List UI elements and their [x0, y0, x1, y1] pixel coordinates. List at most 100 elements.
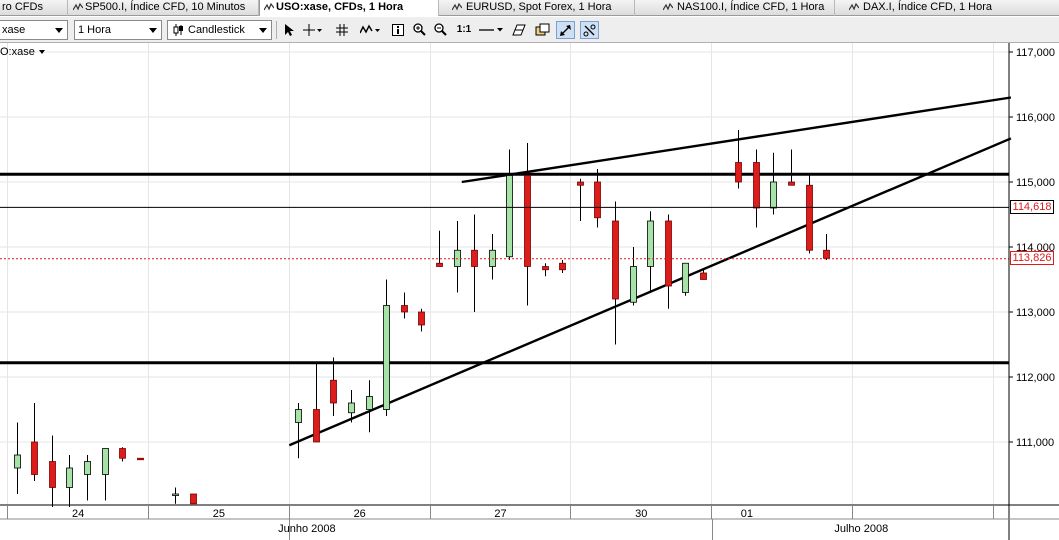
tab-nas100[interactable]: NAS100.I, Índice CFD, 1 Hora — [635, 0, 835, 16]
info-icon — [392, 24, 404, 36]
magnet-toggle-button[interactable] — [580, 21, 599, 39]
tab-uso-xase[interactable]: USO:xase, CFDs, 1 Hora — [259, 0, 439, 16]
candle-body — [559, 262, 566, 271]
candle — [84, 455, 91, 501]
candle-body — [313, 409, 320, 443]
chevron-down-icon — [55, 28, 63, 33]
zoom-out-icon — [433, 23, 447, 36]
eraser-button[interactable] — [510, 21, 528, 39]
candle — [471, 214, 478, 312]
price-chart[interactable]: 117,000116,000115,000114,000113,000112,0… — [0, 43, 1059, 540]
candle-body — [753, 162, 760, 209]
time-axis[interactable]: 24 25 26 27 30 01 Junho 2008 Julho 2008 — [0, 505, 1059, 540]
time-tick-label: 26 — [354, 508, 366, 520]
candle-body — [612, 220, 619, 300]
crosshair-tool-button[interactable] — [302, 21, 324, 39]
autoscale-toggle-button[interactable] — [556, 21, 575, 39]
grid-icon — [336, 24, 348, 36]
ratio-button[interactable]: 1:1 — [454, 21, 474, 39]
line-style-button[interactable] — [478, 21, 506, 39]
current-price-tag: 113,826 — [1010, 251, 1054, 266]
horizontal-grid — [0, 51, 1009, 443]
chart-line-icon — [452, 3, 462, 11]
time-tick-label: 27 — [494, 508, 506, 520]
candle-body — [788, 181, 795, 186]
tab-sp500[interactable]: SP500.I, Índice CFD, 10 Minutos — [69, 0, 259, 16]
candle — [383, 279, 390, 416]
symbol-select[interactable]: xase — [0, 20, 68, 40]
tab-cfds[interactable]: ro CFDs — [0, 0, 68, 16]
indicators-button[interactable] — [359, 21, 383, 39]
grid-toggle-button[interactable] — [334, 21, 350, 39]
price-tick-label: 116,000 — [1016, 112, 1055, 124]
candle-body — [647, 220, 654, 267]
candle-body — [542, 266, 549, 271]
candle — [542, 263, 549, 277]
price-tick-label: 115,000 — [1016, 177, 1055, 189]
candle — [753, 149, 760, 228]
zoom-out-button[interactable] — [432, 21, 448, 39]
eraser-icon — [512, 24, 526, 36]
interval-select-value: 1 Hora — [78, 24, 112, 36]
vertical-grid — [7, 43, 994, 505]
candle — [66, 455, 73, 507]
candle — [612, 201, 619, 345]
candle — [630, 247, 637, 306]
cursor-tool-button[interactable] — [281, 21, 297, 39]
interval-select[interactable]: 1 Hora — [74, 20, 162, 40]
chevron-down-icon — [149, 28, 157, 33]
candle-body — [102, 448, 109, 475]
price-tick-label: 111,000 — [1016, 437, 1054, 449]
candle-body — [366, 396, 373, 410]
candle-body — [594, 181, 601, 219]
candle — [366, 380, 373, 433]
candle-body — [190, 493, 197, 505]
tab-bar: ro CFDs SP500.I, Índice CFD, 10 Minutos … — [0, 0, 1059, 16]
tab-label: NAS100.I, Índice CFD, 1 Hora — [677, 1, 825, 13]
candle-body — [682, 262, 689, 293]
candle — [770, 152, 777, 215]
chart-line-icon — [73, 3, 83, 11]
tab-label: DAX.I, Índice CFD, 1 Hora — [863, 1, 992, 13]
objects-button[interactable] — [533, 21, 551, 39]
zoom-in-button[interactable] — [411, 21, 427, 39]
time-tick-label: 30 — [635, 508, 647, 520]
price-tick-label: 112,000 — [1016, 372, 1055, 384]
candle — [172, 487, 179, 504]
chart-symbol-text: O:xase — [0, 46, 35, 58]
line-style-icon — [479, 28, 503, 32]
candle — [454, 221, 461, 293]
month-label: Julho 2008 — [834, 523, 888, 535]
candle — [401, 292, 408, 319]
time-tick-label: 01 — [741, 508, 753, 520]
candle-body — [735, 162, 742, 183]
candle — [295, 403, 302, 459]
candle — [102, 448, 109, 501]
candle — [559, 260, 566, 273]
candle-body — [418, 311, 425, 326]
candle-body — [436, 262, 443, 267]
candle — [190, 493, 197, 505]
candle — [119, 447, 126, 462]
tab-label: USO:xase, CFDs, 1 Hora — [276, 1, 404, 13]
candle-body — [665, 220, 672, 287]
price-axis[interactable]: 117,000116,000115,000114,000113,000112,0… — [1009, 47, 1055, 449]
crosshair-icon — [303, 24, 322, 36]
candle — [682, 262, 689, 296]
candle — [506, 149, 513, 260]
candle-body — [295, 409, 302, 423]
candle-body — [506, 175, 513, 258]
candle-body — [172, 493, 179, 496]
symbol-select-value: xase — [2, 24, 26, 36]
candle-body — [577, 181, 584, 186]
chart-symbol-label[interactable]: O:xase — [0, 46, 45, 58]
tab-eurusd[interactable]: EURUSD, Spot Forex, 1 Hora — [440, 0, 635, 16]
chart-line-icon — [264, 3, 274, 11]
time-tick-label: 25 — [213, 508, 225, 520]
chart-type-select[interactable]: Candlestick — [167, 20, 272, 40]
tab-dax[interactable]: DAX.I, Índice CFD, 1 Hora — [835, 0, 1059, 16]
candle-body — [84, 461, 91, 475]
snap-icon — [583, 24, 596, 37]
candle — [418, 308, 425, 332]
info-button[interactable] — [390, 21, 406, 39]
